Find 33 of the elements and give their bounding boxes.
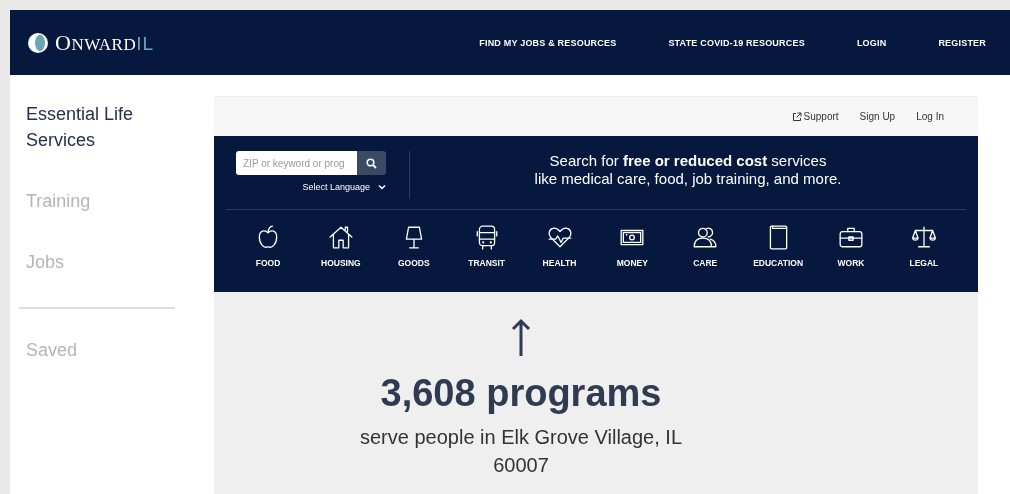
location-text: serve people in Elk Grove Village, IL 60007 (359, 425, 683, 478)
nav-link[interactable]: LOGIN (856, 37, 887, 48)
category-link[interactable]: FOOD (238, 224, 298, 268)
chevron-down-icon (378, 184, 386, 190)
tagline-text: Search for free or reduced cost services (548, 152, 828, 170)
logo-text[interactable]: ONWARDIL (55, 29, 155, 56)
category-link[interactable]: HEALTH (529, 224, 590, 268)
category-link[interactable]: GOODS (383, 224, 444, 268)
category-link[interactable]: LEGAL (893, 224, 954, 268)
search-field[interactable]: ZIP or keyword or prog (236, 151, 357, 175)
category-link[interactable]: EDUCATION (748, 224, 809, 268)
language-select[interactable]: Select Language (302, 182, 386, 192)
nav-link[interactable]: REGISTER (938, 37, 986, 48)
crescent-logo-icon (28, 32, 48, 53)
up-arrow-icon (511, 318, 531, 358)
nav-link[interactable]: FIND MY JOBS & RESOURCES (479, 37, 617, 48)
category-link[interactable]: HOUSING (310, 224, 371, 268)
category-link[interactable]: WORK (821, 224, 881, 268)
house-icon (327, 224, 354, 250)
utility-link[interactable]: Support (791, 111, 839, 122)
category-link[interactable]: MONEY (602, 224, 663, 268)
search-icon (366, 157, 377, 169)
category-link[interactable]: CARE (675, 224, 736, 268)
category-link[interactable]: TRANSIT (456, 224, 517, 268)
tagline-text: like medical care, food, job training, and more. (533, 170, 843, 188)
sidebar-item[interactable]: Essential Life Services (26, 101, 192, 153)
nav-link[interactable]: STATE COVID-19 RESOURCES (668, 37, 805, 48)
utility-link[interactable]: Sign Up (859, 111, 896, 122)
people-icon (692, 224, 719, 250)
utility-link[interactable]: Log In (916, 111, 944, 122)
program-count: 3,608 programs (380, 372, 662, 415)
scales-icon (910, 224, 937, 250)
search-button[interactable] (357, 151, 386, 175)
